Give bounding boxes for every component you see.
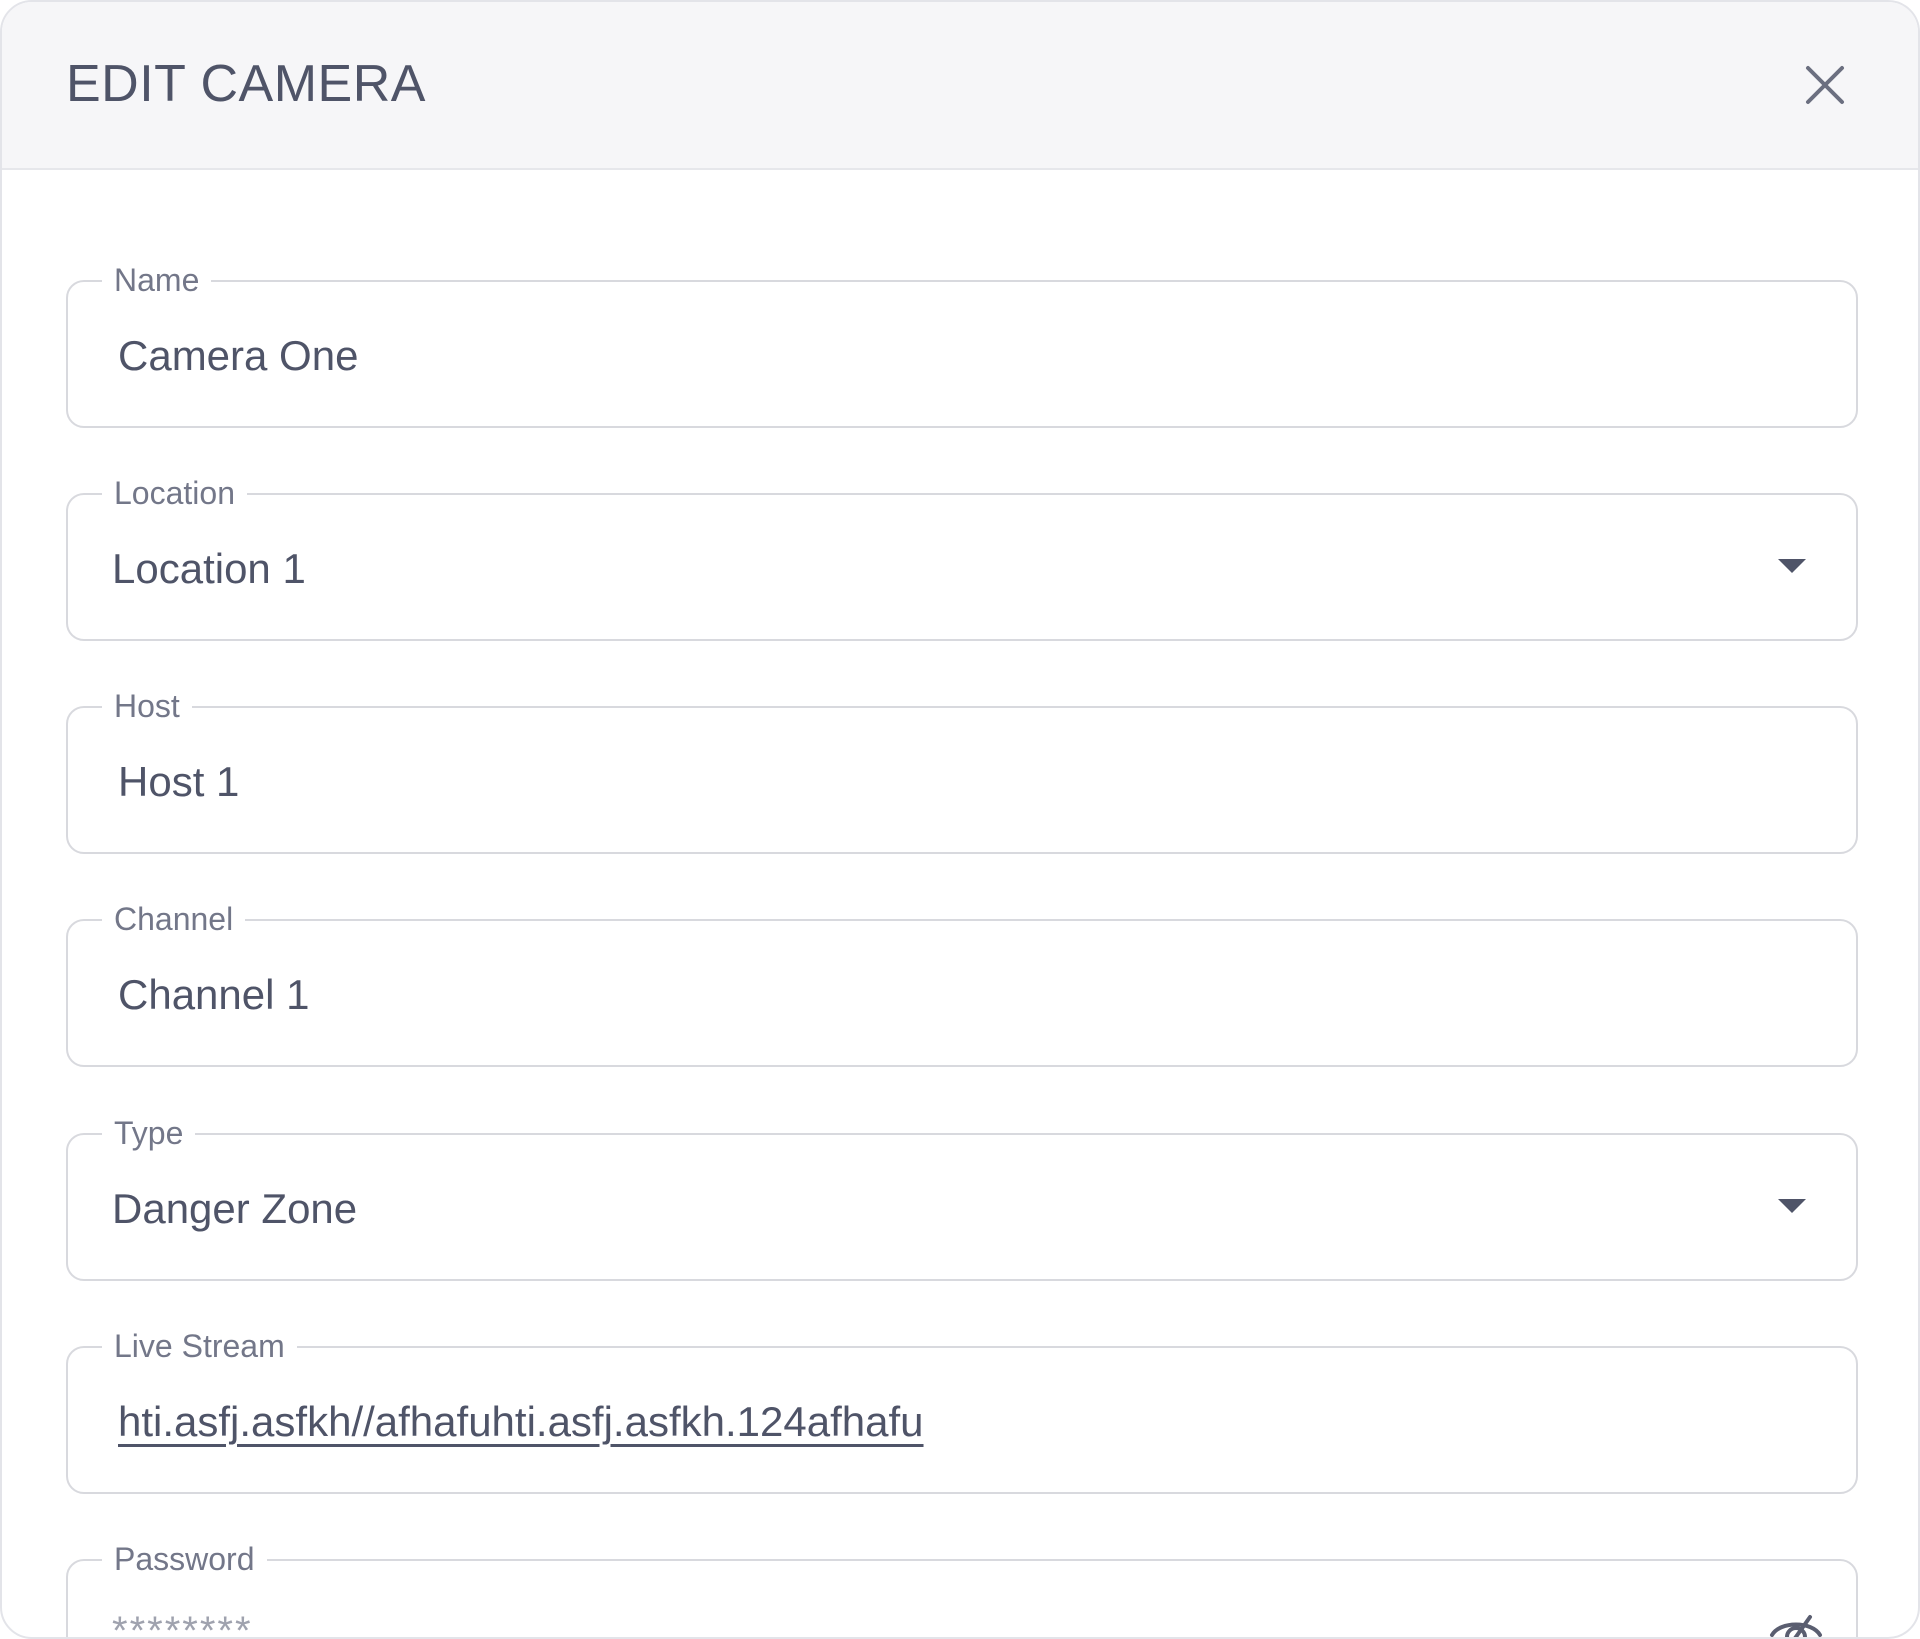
edit-camera-dialog: EDIT CAMERA Name Camera One Location Loc… xyxy=(0,0,1920,1639)
location-select[interactable]: Location Location 1 xyxy=(66,473,1858,641)
password-field-label: Password xyxy=(102,1539,267,1579)
password-field[interactable]: Password ******** xyxy=(66,1539,1858,1637)
location-field-label: Location xyxy=(102,473,247,513)
password-input[interactable]: ******** xyxy=(112,1609,253,1637)
type-select[interactable]: Type Danger Zone xyxy=(66,1113,1858,1281)
type-selected-value[interactable]: Danger Zone xyxy=(112,1185,357,1233)
channel-input[interactable]: Channel 1 xyxy=(118,971,309,1019)
chevron-down-icon[interactable] xyxy=(1778,559,1806,573)
host-field[interactable]: Host Host 1 xyxy=(66,686,1858,854)
host-input[interactable]: Host 1 xyxy=(118,758,239,806)
dialog-title: EDIT CAMERA xyxy=(66,55,426,113)
chevron-down-icon[interactable] xyxy=(1778,1199,1806,1213)
live-stream-field[interactable]: Live Stream hti.asfj.asfkh//afhafuhti.as… xyxy=(66,1326,1858,1494)
eye-off-icon[interactable] xyxy=(1766,1601,1826,1637)
name-field-label: Name xyxy=(102,260,212,300)
dialog-header: EDIT CAMERA xyxy=(2,2,1918,170)
host-field-label: Host xyxy=(102,686,192,726)
channel-field-label: Channel xyxy=(102,899,246,939)
name-field[interactable]: Name Camera One xyxy=(66,260,1858,428)
location-selected-value[interactable]: Location 1 xyxy=(112,545,306,593)
channel-field[interactable]: Channel Channel 1 xyxy=(66,899,1858,1067)
close-icon[interactable] xyxy=(1802,62,1848,108)
name-input[interactable]: Camera One xyxy=(118,332,358,380)
live-stream-link[interactable]: hti.asfj.asfkh//afhafuhti.asfj.asfkh.124… xyxy=(118,1398,924,1446)
live-stream-field-label: Live Stream xyxy=(102,1326,297,1366)
type-field-label: Type xyxy=(102,1113,196,1153)
